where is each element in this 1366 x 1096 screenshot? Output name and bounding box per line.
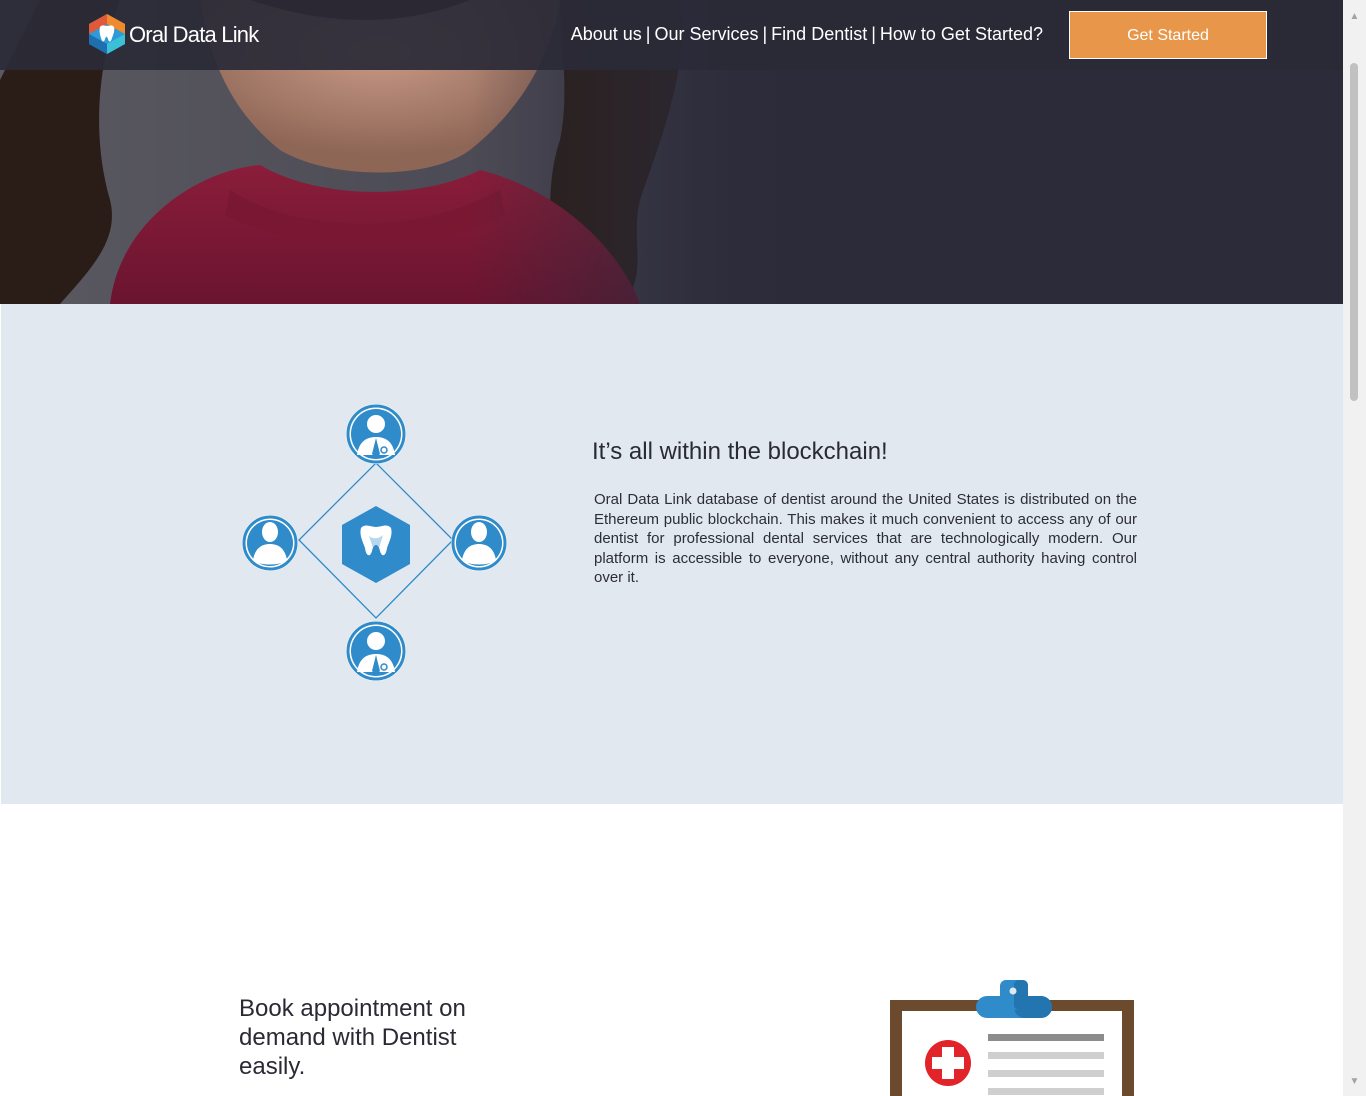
brand-logo[interactable]: Oral Data Link [88,13,268,55]
blockchain-heading: It’s all within the blockchain! [592,438,888,465]
scroll-up-arrow-icon[interactable]: ▲ [1343,8,1366,25]
nav-link-our-services[interactable]: Our Services [654,24,758,44]
vertical-scrollbar[interactable]: ▲ ▼ [1343,0,1366,1096]
booking-heading: Book appointment on demand with Dentist … [239,995,466,1080]
brand-name: Oral Data Link [129,22,259,47]
dentist-avatar-icon [346,404,406,464]
tooth-hexagon-logo-icon [89,14,125,54]
nav-separator: | [871,24,876,44]
blockchain-section: It’s all within the blockchain! Oral Dat… [1,304,1343,804]
tooth-hexagon-icon [342,506,410,583]
blockchain-network-diagram [242,404,507,681]
nav-separator: | [645,24,651,44]
patient-avatar-icon [451,515,507,571]
top-navbar: Oral Data Link About us | Our Services | Fin… [0,0,1343,70]
nav-separator: | [762,24,768,44]
get-started-button[interactable]: Get Started [1069,11,1267,59]
medical-clipboard-illustration [890,980,1134,1096]
nav-menu: About us | Our Services | Find Dentist | How t… [571,24,1043,45]
nav-link-how-to-get-started[interactable]: How to Get Started? [880,24,1043,44]
scroll-down-arrow-icon[interactable]: ▼ [1343,1073,1366,1090]
patient-avatar-icon [242,515,298,571]
nav-link-about-us[interactable]: About us [571,24,642,44]
nav-link-find-dentist[interactable]: Find Dentist [771,24,867,44]
page: Oral Data Link About us | Our Services | Fin… [0,0,1343,1096]
dentist-avatar-icon [346,621,406,681]
blockchain-description: Oral Data Link database of dentist aroun… [594,491,1137,586]
scrollbar-thumb[interactable] [1350,63,1358,401]
